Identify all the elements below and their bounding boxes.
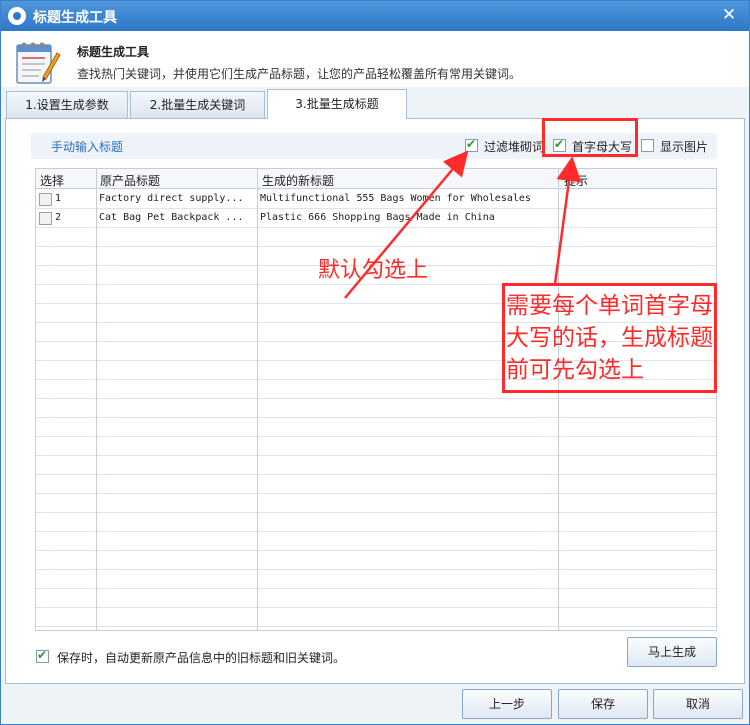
capitalize-highlight-box [542, 118, 638, 157]
annotation-line-1: 需要每个单词首字母 [506, 293, 713, 319]
annotation-line-3: 前可先勾选上 [506, 357, 644, 383]
annotation-default-checked: 默认勾选上 [318, 258, 429, 283]
arrow-to-capitalize-icon [553, 156, 582, 285]
annotation-line-2: 大写的话，生成标题 [506, 325, 713, 351]
annotation-capitalize-hint: 需要每个单词首字母 大写的话，生成标题 前可先勾选上 [506, 290, 713, 386]
